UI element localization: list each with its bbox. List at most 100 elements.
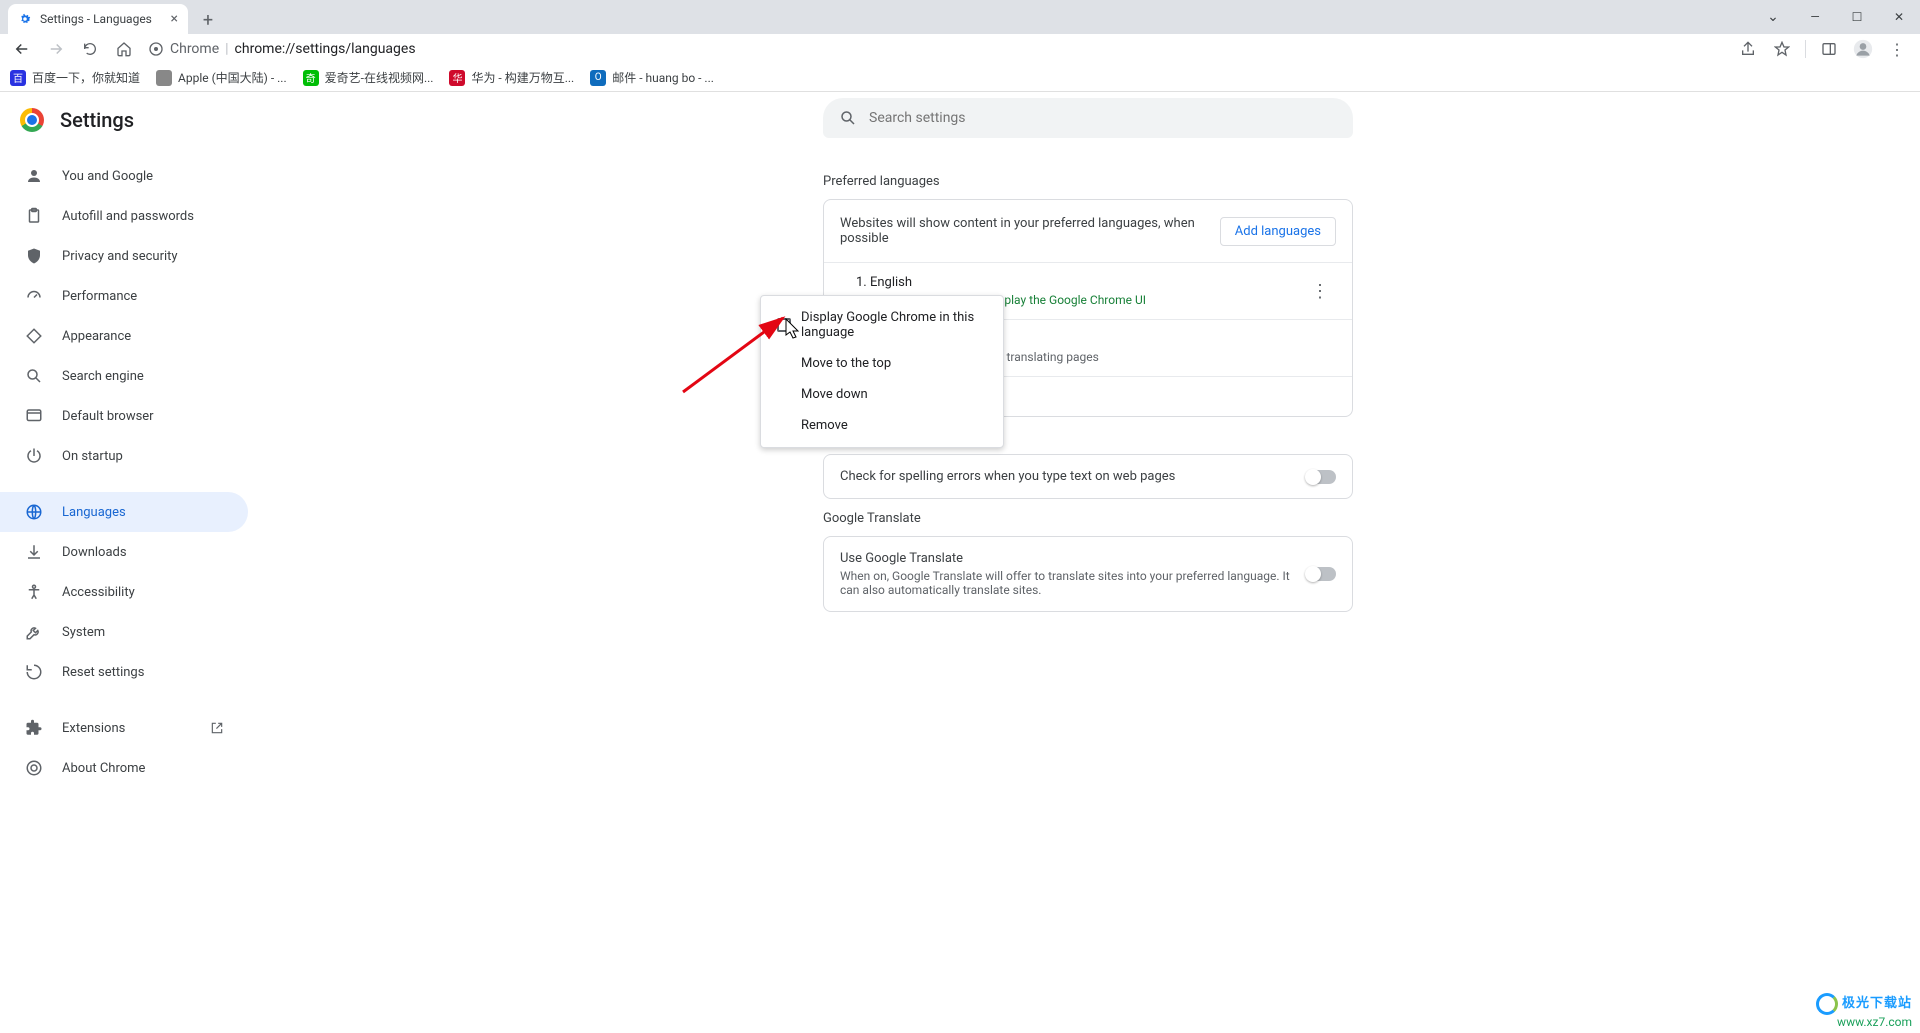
window-controls: ⌄ — ☐ ✕ <box>1752 0 1920 34</box>
maximize-button[interactable]: ☐ <box>1836 0 1878 34</box>
tab-search-icon[interactable]: ⌄ <box>1752 0 1794 34</box>
sidebar-item-label: Privacy and security <box>62 249 178 264</box>
menu-remove[interactable]: Remove <box>761 410 1003 441</box>
sidebar-item-accessibility[interactable]: Accessibility <box>0 572 248 612</box>
translate-toggle[interactable] <box>1306 567 1336 581</box>
translate-title: Use Google Translate <box>840 551 1306 566</box>
bookmarks-bar: 百百度一下，你就知道 Apple (中国大陆) - ... 奇爱奇艺-在线视频网… <box>0 64 1920 92</box>
download-icon <box>24 542 44 562</box>
sidebar-item-label: Downloads <box>62 545 127 560</box>
browser-icon <box>24 406 44 426</box>
search-settings[interactable] <box>823 98 1353 138</box>
sidebar-item-default-browser[interactable]: Default browser <box>0 396 248 436</box>
clipboard-icon <box>24 206 44 226</box>
close-tab-icon[interactable]: × <box>171 11 178 27</box>
bookmark-item[interactable]: 奇爱奇艺-在线视频网... <box>303 69 434 86</box>
favicon-icon: O <box>590 70 606 86</box>
gear-icon <box>18 12 32 26</box>
menu-item-label: Move to the top <box>801 356 891 371</box>
sidebar-item-label: About Chrome <box>62 761 145 776</box>
spell-check-card: Check for spelling errors when you type … <box>823 454 1353 499</box>
watermark-url: www.xz7.com <box>1816 1015 1912 1029</box>
sidebar-item-languages[interactable]: Languages <box>0 492 248 532</box>
menu-item-label: Move down <box>801 387 868 402</box>
tab-strip: Settings - Languages × + ⌄ — ☐ ✕ <box>0 0 1920 34</box>
forward-button[interactable] <box>42 35 70 63</box>
favicon-icon: 华 <box>449 70 465 86</box>
sidebar-item-about[interactable]: About Chrome <box>0 748 248 788</box>
bookmark-item[interactable]: 百百度一下，你就知道 <box>10 69 140 86</box>
sidebar-item-label: Languages <box>62 505 126 520</box>
bookmark-star-icon[interactable] <box>1767 34 1797 64</box>
spell-check-toggle[interactable] <box>1306 470 1336 484</box>
bookmark-label: 爱奇艺-在线视频网... <box>325 69 434 86</box>
search-input[interactable] <box>869 110 1337 126</box>
back-button[interactable] <box>8 35 36 63</box>
sidebar-item-extensions[interactable]: Extensions <box>0 708 248 748</box>
palette-icon <box>24 326 44 346</box>
sidebar-item-label: System <box>62 625 105 640</box>
bookmark-item[interactable]: O邮件 - huang bo - ... <box>590 69 714 86</box>
url-field[interactable]: Chrome | chrome://settings/languages <box>148 41 416 57</box>
sidepanel-icon[interactable] <box>1814 34 1844 64</box>
share-icon[interactable] <box>1733 34 1763 64</box>
watermark-text: 极光下载站 <box>1842 996 1912 1011</box>
menu-move-down[interactable]: Move down <box>761 379 1003 410</box>
sidebar-item-label: Reset settings <box>62 665 144 680</box>
extension-icon <box>24 718 44 738</box>
section-title-preferred: Preferred languages <box>823 174 1353 189</box>
favicon-icon <box>156 70 172 86</box>
close-window-button[interactable]: ✕ <box>1878 0 1920 34</box>
reload-button[interactable] <box>76 35 104 63</box>
language-more-button[interactable]: ⋮ <box>1304 275 1336 307</box>
power-icon <box>24 446 44 466</box>
speedometer-icon <box>24 286 44 306</box>
profile-avatar-icon[interactable] <box>1848 34 1878 64</box>
bookmark-item[interactable]: Apple (中国大陆) - ... <box>156 69 287 86</box>
minimize-button[interactable]: — <box>1794 0 1836 34</box>
chrome-logo-icon <box>20 108 44 132</box>
chrome-icon <box>24 758 44 778</box>
sidebar-item-label: Default browser <box>62 409 154 424</box>
translate-sub: When on, Google Translate will offer to … <box>840 569 1306 597</box>
sidebar-item-label: Search engine <box>62 369 144 384</box>
sidebar-item-search-engine[interactable]: Search engine <box>0 356 248 396</box>
address-bar: Chrome | chrome://settings/languages ⋮ <box>0 34 1920 64</box>
restore-icon <box>24 662 44 682</box>
wrench-icon <box>24 622 44 642</box>
sidebar-item-label: Performance <box>62 289 137 304</box>
checkbox-icon[interactable] <box>777 318 791 332</box>
url-path: chrome://settings/languages <box>235 41 416 57</box>
sidebar-item-label: Accessibility <box>62 585 135 600</box>
home-button[interactable] <box>110 35 138 63</box>
language-actions-menu: Display Google Chrome in this language M… <box>760 295 1004 448</box>
external-link-icon <box>210 721 224 735</box>
sidebar-item-label: Extensions <box>62 721 125 736</box>
menu-item-label: Display Google Chrome in this language <box>801 310 987 340</box>
menu-display-in-language[interactable]: Display Google Chrome in this language <box>761 302 1003 348</box>
browser-tab[interactable]: Settings - Languages × <box>8 4 188 34</box>
new-tab-button[interactable]: + <box>194 6 222 34</box>
sidebar-item-on-startup[interactable]: On startup <box>0 436 248 476</box>
sidebar-item-reset[interactable]: Reset settings <box>0 652 248 692</box>
add-languages-button[interactable]: Add languages <box>1220 217 1336 246</box>
sidebar-item-appearance[interactable]: Appearance <box>0 316 248 356</box>
language-name: 1. English <box>856 275 1304 290</box>
sidebar-item-label: On startup <box>62 449 123 464</box>
sidebar-item-autofill[interactable]: Autofill and passwords <box>0 196 248 236</box>
bookmark-label: 百度一下，你就知道 <box>32 69 140 86</box>
sidebar-item-you-and-google[interactable]: You and Google <box>0 156 248 196</box>
kebab-menu-icon[interactable]: ⋮ <box>1882 34 1912 64</box>
watermark-logo-icon <box>1816 993 1838 1015</box>
sidebar-item-label: You and Google <box>62 169 153 184</box>
bookmark-item[interactable]: 华华为 - 构建万物互... <box>449 69 574 86</box>
sidebar-item-downloads[interactable]: Downloads <box>0 532 248 572</box>
globe-icon <box>24 502 44 522</box>
translate-card: Use Google Translate When on, Google Tra… <box>823 536 1353 612</box>
menu-move-top[interactable]: Move to the top <box>761 348 1003 379</box>
spell-check-label: Check for spelling errors when you type … <box>840 469 1306 484</box>
sidebar-item-system[interactable]: System <box>0 612 248 652</box>
sidebar-item-performance[interactable]: Performance <box>0 276 248 316</box>
search-icon <box>24 366 44 386</box>
sidebar-item-privacy[interactable]: Privacy and security <box>0 236 248 276</box>
